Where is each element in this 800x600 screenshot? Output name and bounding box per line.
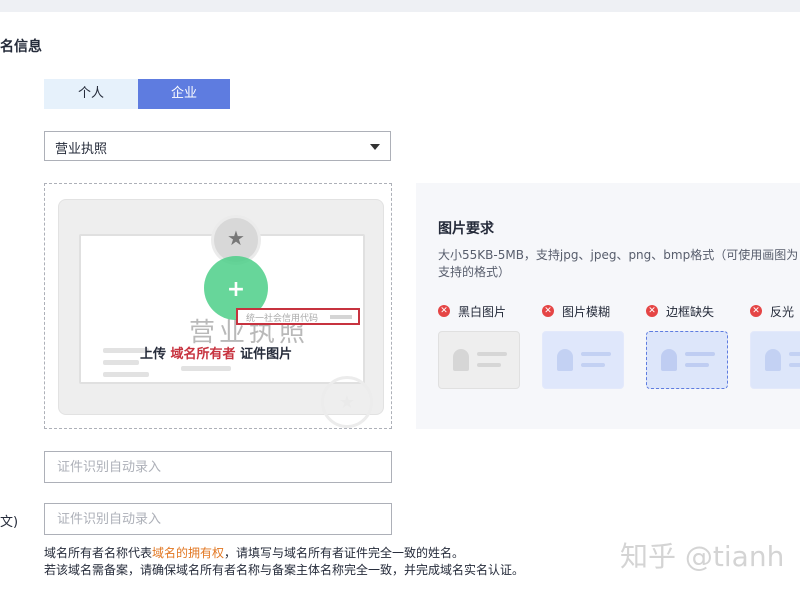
upload-caption-highlight: 域名所有者 — [170, 347, 236, 362]
placeholder-line — [103, 360, 139, 365]
caret-down-icon — [370, 144, 380, 150]
owner-name-en-input[interactable] — [44, 503, 392, 535]
license-illustration: 营业执照 ★ ★ + 统一社会信用代码 上传 域名所有者 证件图片 — [58, 199, 384, 428]
owner-type-enterprise-button[interactable]: 企业 — [138, 79, 230, 109]
error-icon: ✕ — [646, 305, 658, 317]
error-icon: ✕ — [438, 305, 450, 317]
placeholder-line — [103, 372, 149, 377]
top-bar — [0, 0, 800, 12]
owner-name-input[interactable] — [44, 451, 392, 483]
error-icon: ✕ — [750, 305, 762, 317]
bad-example-thumbnail — [646, 331, 728, 389]
bad-example-thumbnail — [438, 331, 520, 389]
seal-icon: ★ — [321, 376, 373, 428]
owner-type-segmented: 个人 企业 — [44, 79, 230, 109]
requirements-description: 大小55KB-5MB，支持jpg、jpeg、png、bmp格式（可使用画图为支持… — [438, 248, 799, 279]
certificate-type-value: 营业执照 — [55, 142, 108, 157]
requirements-title: 图片要求 — [438, 221, 494, 237]
credit-code-box: 统一社会信用代码 — [236, 308, 360, 325]
owner-name-en-label: 文) — [0, 515, 19, 530]
error-icon: ✕ — [542, 305, 554, 317]
placeholder-line — [181, 366, 231, 371]
certificate-type-select[interactable]: 营业执照 — [44, 131, 391, 161]
certificate-upload-area[interactable]: 营业执照 ★ ★ + 统一社会信用代码 上传 域名所有者 证件图片 — [44, 183, 392, 429]
bad-example-thumbnail — [542, 331, 624, 389]
credit-code-label: 统一社会信用代码 — [246, 314, 319, 324]
owner-type-personal-button[interactable]: 个人 — [44, 79, 138, 109]
ownership-highlight: 域名的拥有权 — [152, 546, 225, 560]
upload-caption: 上传 域名所有者 证件图片 — [140, 347, 293, 362]
watermark: 知乎 @tianh — [620, 540, 785, 573]
bad-example-thumbnail — [750, 331, 800, 389]
section-title: 名信息 — [0, 39, 42, 55]
owner-name-hint: 域名所有者名称代表域名的拥有权，请填写与域名所有者证件完全一致的姓名。 若该域名… — [44, 546, 525, 577]
image-requirements-panel: 图片要求 大小55KB-5MB，支持jpg、jpeg、png、bmp格式（可使用… — [416, 183, 800, 429]
